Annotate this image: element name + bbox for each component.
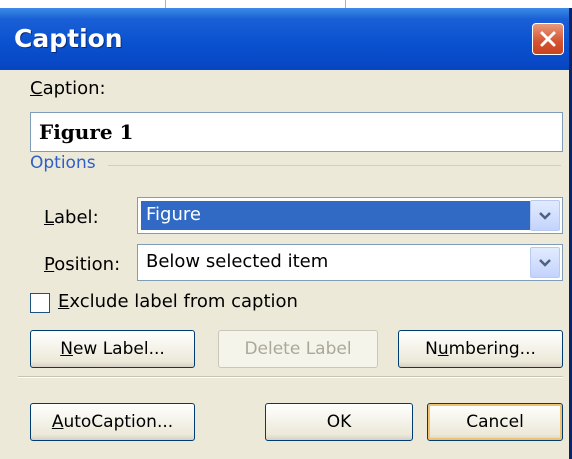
position-field-label: Position: bbox=[44, 254, 121, 275]
close-button[interactable] bbox=[532, 23, 564, 55]
close-icon bbox=[540, 31, 556, 47]
background-tick bbox=[165, 0, 166, 8]
label-dropdown-button[interactable] bbox=[530, 200, 560, 231]
label-dropdown[interactable]: Figure bbox=[137, 197, 563, 234]
delete-label-button[interactable]: Delete Label bbox=[218, 330, 378, 368]
autocaption-button[interactable]: AutoCaption... bbox=[30, 403, 195, 441]
title-bar[interactable]: Caption bbox=[0, 8, 569, 70]
background-strip bbox=[0, 0, 572, 8]
caption-input[interactable]: Figure 1 bbox=[30, 112, 563, 152]
cancel-button[interactable]: Cancel bbox=[427, 403, 563, 441]
caption-dialog: Caption Caption: Figure 1 Options Label:… bbox=[0, 8, 572, 459]
position-dropdown-value: Below selected item bbox=[146, 251, 329, 272]
separator bbox=[18, 376, 563, 378]
position-dropdown[interactable]: Below selected item bbox=[137, 244, 563, 281]
chevron-down-icon bbox=[539, 212, 551, 220]
options-group-label: Options bbox=[30, 153, 96, 173]
numbering-button[interactable]: Numbering... bbox=[398, 330, 563, 368]
label-field-label: Label: bbox=[44, 207, 99, 228]
exclude-label-checkbox[interactable] bbox=[30, 293, 50, 313]
caption-field-label: Caption: bbox=[30, 78, 106, 99]
chevron-down-icon bbox=[539, 259, 551, 267]
window-title: Caption bbox=[14, 24, 123, 53]
ok-button[interactable]: OK bbox=[265, 403, 413, 441]
background-tick bbox=[345, 0, 346, 8]
position-dropdown-button[interactable] bbox=[530, 247, 560, 278]
exclude-label-text[interactable]: Exclude label from caption bbox=[58, 291, 298, 312]
new-label-button[interactable]: New Label... bbox=[30, 330, 195, 368]
options-divider bbox=[108, 165, 561, 166]
label-dropdown-value: Figure bbox=[141, 201, 530, 230]
